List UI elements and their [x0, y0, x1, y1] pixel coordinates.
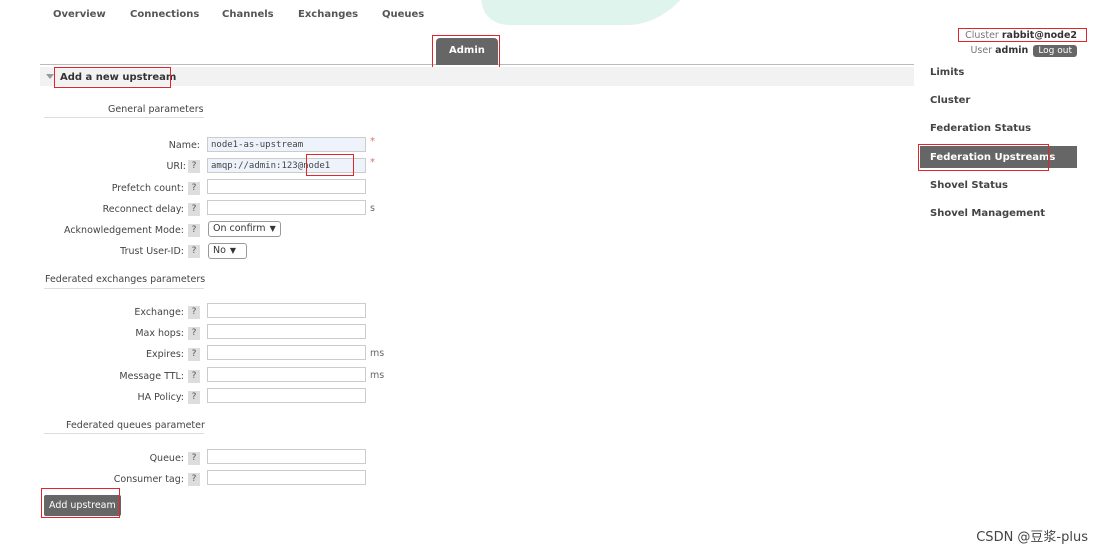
help-icon[interactable]: ? — [188, 370, 200, 383]
sidebar-item-cluster[interactable]: Cluster — [930, 95, 970, 106]
divider — [44, 433, 204, 434]
queues-heading: Federated queues parameter — [66, 420, 205, 431]
ttl-input[interactable] — [207, 367, 366, 382]
user-prefix: User — [970, 45, 993, 56]
tab-overview[interactable]: Overview — [53, 9, 106, 20]
reconnect-unit: s — [370, 203, 375, 214]
section-title: Add a new upstream — [60, 72, 177, 83]
general-heading: General parameters — [108, 104, 204, 115]
queue-label: Queue: — [149, 453, 184, 464]
reconnect-label: Reconnect delay: — [102, 204, 184, 215]
add-upstream-button[interactable]: Add upstream — [44, 495, 121, 516]
sidebar-item-federation-upstreams[interactable]: Federation Upstreams — [930, 152, 1055, 163]
sidebar-item-shovel-management[interactable]: Shovel Management — [930, 208, 1045, 219]
reconnect-input[interactable] — [207, 200, 366, 215]
logout-button[interactable]: Log out — [1033, 45, 1077, 57]
cluster-prefix: Cluster — [965, 30, 999, 41]
user-info: User admin Log out — [970, 45, 1077, 57]
help-icon[interactable]: ? — [188, 348, 200, 361]
help-icon[interactable]: ? — [188, 224, 200, 237]
help-icon[interactable]: ? — [188, 160, 200, 173]
required-mark: * — [370, 136, 375, 147]
consumer-tag-input[interactable] — [207, 470, 366, 485]
ack-mode-value: On confirm — [213, 223, 266, 234]
divider — [44, 288, 204, 289]
cluster-info: Cluster rabbit@node2 — [965, 30, 1077, 41]
collapse-triangle-icon[interactable] — [46, 74, 54, 79]
tab-exchanges[interactable]: Exchanges — [298, 9, 358, 20]
exchange-label: Exchange: — [134, 307, 184, 318]
help-icon[interactable]: ? — [188, 452, 200, 465]
trust-label: Trust User-ID: — [120, 246, 184, 257]
help-icon[interactable]: ? — [188, 245, 200, 258]
exchanges-heading: Federated exchanges parameters — [45, 274, 206, 285]
expires-label: Expires: — [146, 349, 184, 360]
maxhops-input[interactable] — [207, 324, 366, 339]
expires-unit: ms — [370, 348, 385, 359]
name-label: Name: — [168, 140, 200, 151]
help-icon[interactable]: ? — [188, 327, 200, 340]
ha-policy-input[interactable] — [207, 388, 366, 403]
watermark: CSDN @豆浆-plus — [976, 530, 1088, 545]
prefetch-label: Prefetch count: — [111, 183, 184, 194]
tab-connections[interactable]: Connections — [130, 9, 199, 20]
ttl-unit: ms — [370, 370, 385, 381]
logo-decoration — [472, 0, 698, 25]
help-icon[interactable]: ? — [188, 306, 200, 319]
cluster-name: rabbit@node2 — [1001, 30, 1077, 41]
uri-input[interactable]: amqp://admin:123@node1 — [207, 158, 366, 173]
help-icon[interactable]: ? — [188, 182, 200, 195]
chevron-down-icon: ▼ — [229, 246, 237, 255]
expires-input[interactable] — [207, 345, 366, 360]
queue-input[interactable] — [207, 449, 366, 464]
ha-policy-label: HA Policy: — [137, 392, 185, 403]
sidebar-item-federation-status[interactable]: Federation Status — [930, 123, 1031, 134]
user-name: admin — [995, 45, 1029, 56]
consumer-tag-label: Consumer tag: — [113, 474, 184, 485]
ttl-label: Message TTL: — [119, 371, 184, 382]
trust-value: No — [213, 245, 226, 256]
ack-mode-select[interactable]: On confirm ▼ — [208, 221, 281, 237]
help-icon[interactable]: ? — [188, 203, 200, 216]
tab-admin[interactable]: Admin — [436, 38, 498, 65]
tab-channels[interactable]: Channels — [222, 9, 274, 20]
chevron-down-icon: ▼ — [269, 224, 276, 233]
help-icon[interactable]: ? — [188, 473, 200, 486]
trust-userid-select[interactable]: No ▼ — [208, 243, 247, 259]
sidebar-item-shovel-status[interactable]: Shovel Status — [930, 180, 1008, 191]
exchange-input[interactable] — [207, 303, 366, 318]
required-mark: * — [370, 157, 375, 168]
sidebar-item-limits[interactable]: Limits — [930, 67, 964, 78]
tab-queues[interactable]: Queues — [382, 9, 424, 20]
prefetch-input[interactable] — [207, 179, 366, 194]
help-icon[interactable]: ? — [188, 391, 200, 404]
uri-label: URI: — [166, 161, 186, 172]
ack-label: Acknowledgement Mode: — [64, 225, 184, 236]
maxhops-label: Max hops: — [135, 328, 184, 339]
name-input[interactable]: node1-as-upstream — [207, 137, 366, 152]
divider — [44, 117, 204, 118]
